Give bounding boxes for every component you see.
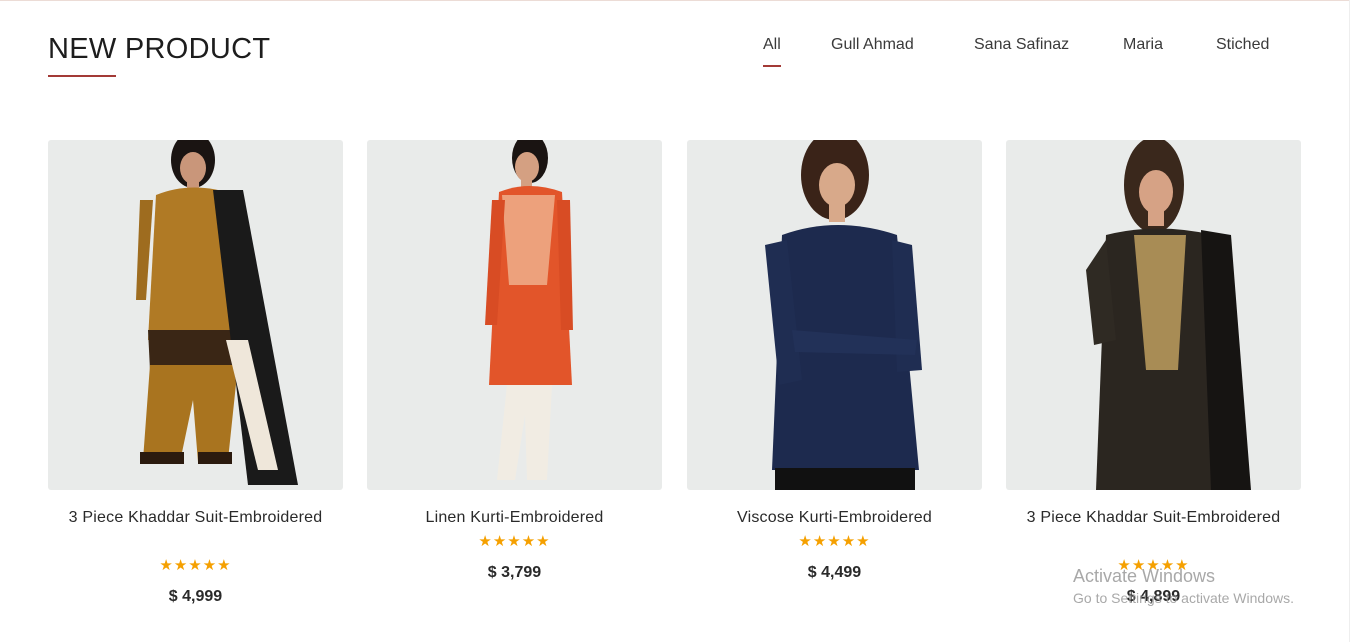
windows-activation-watermark: Activate Windows Go to Settings to activ… — [1073, 565, 1294, 607]
product-card[interactable]: Linen Kurti-Embroidered ★★★★★ $ 3,799 — [367, 140, 662, 620]
watermark-title: Activate Windows — [1073, 566, 1216, 586]
product-name[interactable]: 3 Piece Khaddar Suit-Embroidered — [48, 506, 343, 530]
product-price: $ 4,499 — [807, 564, 862, 581]
product-name[interactable]: 3 Piece Khaddar Suit-Embroidered — [1006, 506, 1301, 530]
top-border — [0, 0, 1350, 1]
tab-maria[interactable]: Maria — [1123, 36, 1163, 54]
tab-stiched[interactable]: Stiched — [1216, 36, 1269, 54]
product-image[interactable] — [48, 140, 343, 490]
product-image[interactable] — [367, 140, 662, 490]
product-image[interactable] — [1006, 140, 1301, 490]
star-rating: ★★★★★ — [798, 533, 871, 550]
tab-gull-ahmad[interactable]: Gull Ahmad — [831, 36, 914, 54]
tab-sana-safinaz[interactable]: Sana Safinaz — [974, 36, 1069, 54]
product-card[interactable]: 3 Piece Khaddar Suit-Embroidered ★★★★★ $… — [1006, 140, 1301, 620]
product-image[interactable] — [687, 140, 982, 490]
tab-all[interactable]: All — [763, 36, 781, 67]
product-name[interactable]: Viscose Kurti-Embroidered — [687, 506, 982, 530]
product-price: $ 3,799 — [487, 564, 542, 581]
product-card[interactable]: Viscose Kurti-Embroidered ★★★★★ $ 4,499 — [687, 140, 982, 620]
star-rating: ★★★★★ — [159, 557, 232, 574]
filter-tabs: All Gull Ahmad Sana Safinaz Maria Stiche… — [0, 36, 1350, 76]
product-card[interactable]: 3 Piece Khaddar Suit-Embroidered ★★★★★ $… — [48, 140, 343, 620]
product-name[interactable]: Linen Kurti-Embroidered — [367, 506, 662, 530]
star-rating: ★★★★★ — [478, 533, 551, 550]
product-price: $ 4,999 — [168, 588, 223, 605]
watermark-subtitle: Go to Settings to activate Windows. — [1073, 590, 1294, 606]
